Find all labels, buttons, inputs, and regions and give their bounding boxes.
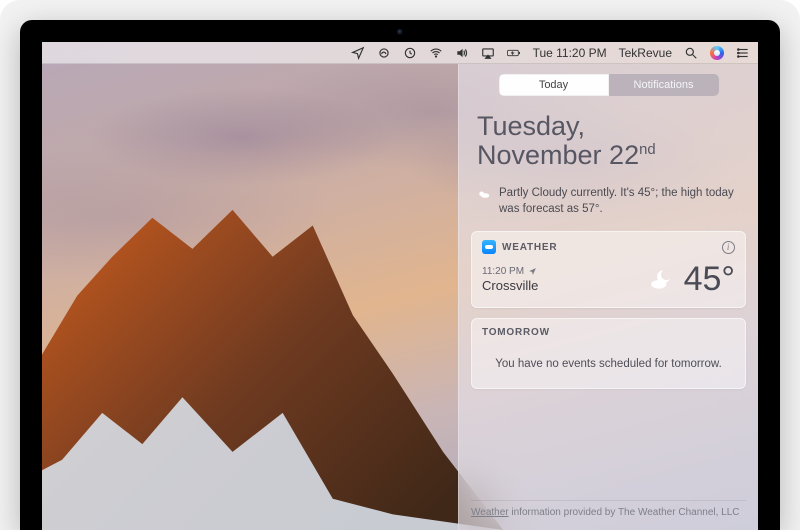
battery-icon[interactable]	[507, 42, 521, 63]
siri-icon[interactable]	[710, 42, 724, 63]
weather-attribution-link[interactable]: Weather	[471, 507, 509, 518]
menu-bar: Tue 11:20 PM TekRevue	[42, 42, 758, 64]
wifi-icon[interactable]	[429, 42, 443, 63]
tab-today[interactable]: Today	[499, 74, 609, 96]
time-machine-icon[interactable]	[403, 42, 417, 63]
date-month-day: November 22	[477, 140, 639, 170]
menubar-user[interactable]: TekRevue	[619, 42, 672, 63]
weather-time: 11:20 PM	[482, 266, 524, 277]
date-line-2: November 22nd	[477, 141, 740, 170]
volume-icon[interactable]	[455, 42, 469, 63]
date-line-1: Tuesday,	[477, 112, 740, 141]
weather-location: Crossville	[482, 278, 648, 293]
notification-center-icon[interactable]	[736, 42, 750, 63]
today-date-heading: Tuesday, November 22nd	[471, 106, 746, 174]
camera-dot	[397, 29, 403, 35]
partly-cloudy-icon	[477, 188, 491, 202]
weather-summary-row: Partly Cloudy currently. It's 45°; the h…	[471, 184, 746, 221]
night-partly-cloudy-icon	[648, 267, 674, 293]
tomorrow-widget-title: TOMORROW	[482, 327, 550, 338]
info-icon[interactable]: i	[722, 241, 735, 254]
spotlight-icon[interactable]	[684, 42, 698, 63]
location-services-icon[interactable]	[351, 42, 365, 63]
tomorrow-empty-message: You have no events scheduled for tomorro…	[482, 344, 735, 380]
notification-center-panel: Today Notifications Tuesday, November 22…	[458, 64, 758, 530]
weather-summary-text: Partly Cloudy currently. It's 45°; the h…	[499, 186, 740, 217]
weather-app-icon	[482, 240, 496, 254]
menubar-clock[interactable]: Tue 11:20 PM	[533, 42, 607, 63]
weather-widget[interactable]: WEATHER i 11:20 PM Crossville	[471, 231, 746, 308]
weather-temperature: 45°	[684, 260, 735, 299]
device-frame: Tue 11:20 PM TekRevue Today Notification…	[0, 0, 800, 530]
date-ordinal: nd	[639, 142, 656, 158]
tab-notifications[interactable]: Notifications	[609, 74, 719, 96]
device-bezel: Tue 11:20 PM TekRevue Today Notification…	[20, 20, 780, 530]
today-notifications-segmented: Today Notifications	[499, 74, 719, 96]
location-arrow-icon	[528, 267, 537, 276]
creative-cloud-icon[interactable]	[377, 42, 391, 63]
weather-attribution-text: information provided by The Weather Chan…	[509, 507, 740, 518]
airplay-icon[interactable]	[481, 42, 495, 63]
weather-widget-title: WEATHER	[502, 242, 557, 253]
desktop: Tue 11:20 PM TekRevue Today Notification…	[42, 42, 758, 530]
tomorrow-widget: TOMORROW You have no events scheduled fo…	[471, 318, 746, 389]
weather-attribution: Weather information provided by The Weat…	[471, 500, 746, 518]
